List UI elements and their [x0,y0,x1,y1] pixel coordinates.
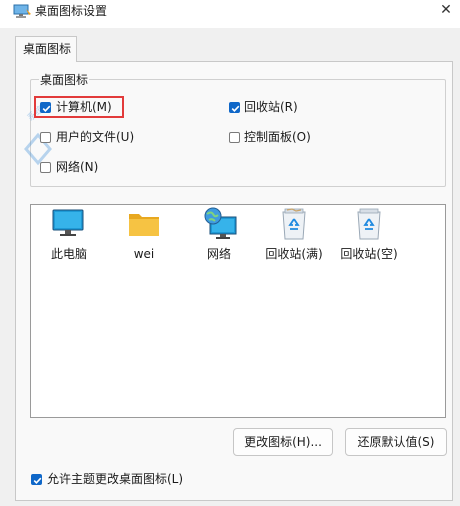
icon-label-recycle-bin-full[interactable]: 回收站(满) [254,247,334,261]
change-icon-button[interactable]: 更改图标(H)... [233,428,333,456]
checkbox-network[interactable] [40,162,51,173]
icon-label-network[interactable]: 网络 [179,247,259,261]
checkbox-recycle-bin[interactable] [229,102,240,113]
annotation-highlight-box [34,96,124,118]
network-globe-icon[interactable] [202,207,238,244]
desktop-settings-app-icon [13,4,33,18]
checkbox-recycle-bin-label[interactable]: 回收站(R) [244,100,298,114]
monitor-icon[interactable] [52,209,84,242]
tab-label: 桌面图标 [23,42,72,56]
icon-label-recycle-bin-empty[interactable]: 回收站(空) [329,247,409,261]
checkbox-control-panel-label[interactable]: 控制面板(O) [244,130,311,144]
checkbox-allow-themes-label[interactable]: 允许主题更改桌面图标(L) [47,472,183,486]
checkbox-user-files[interactable] [40,132,51,143]
close-button[interactable]: ✕ [436,1,456,19]
icon-label-wei[interactable]: wei [104,247,184,261]
checkbox-allow-themes[interactable] [31,474,42,485]
icon-listbox[interactable] [30,204,446,418]
groupbox-title: 桌面图标 [39,73,90,87]
folder-icon[interactable] [128,211,160,240]
checkbox-user-files-label[interactable]: 用户的文件(U) [56,130,134,144]
window-title: 桌面图标设置 [35,4,108,18]
checkbox-network-label[interactable]: 网络(N) [56,160,98,174]
tab-desktop-icons[interactable]: 桌面图标 [15,36,77,62]
checkbox-control-panel[interactable] [229,132,240,143]
icon-label-this-pc[interactable]: 此电脑 [29,247,109,261]
recycle-bin-full-icon[interactable] [281,208,307,243]
recycle-bin-empty-icon[interactable] [356,208,382,243]
restore-default-button[interactable]: 还原默认值(S) [345,428,447,456]
